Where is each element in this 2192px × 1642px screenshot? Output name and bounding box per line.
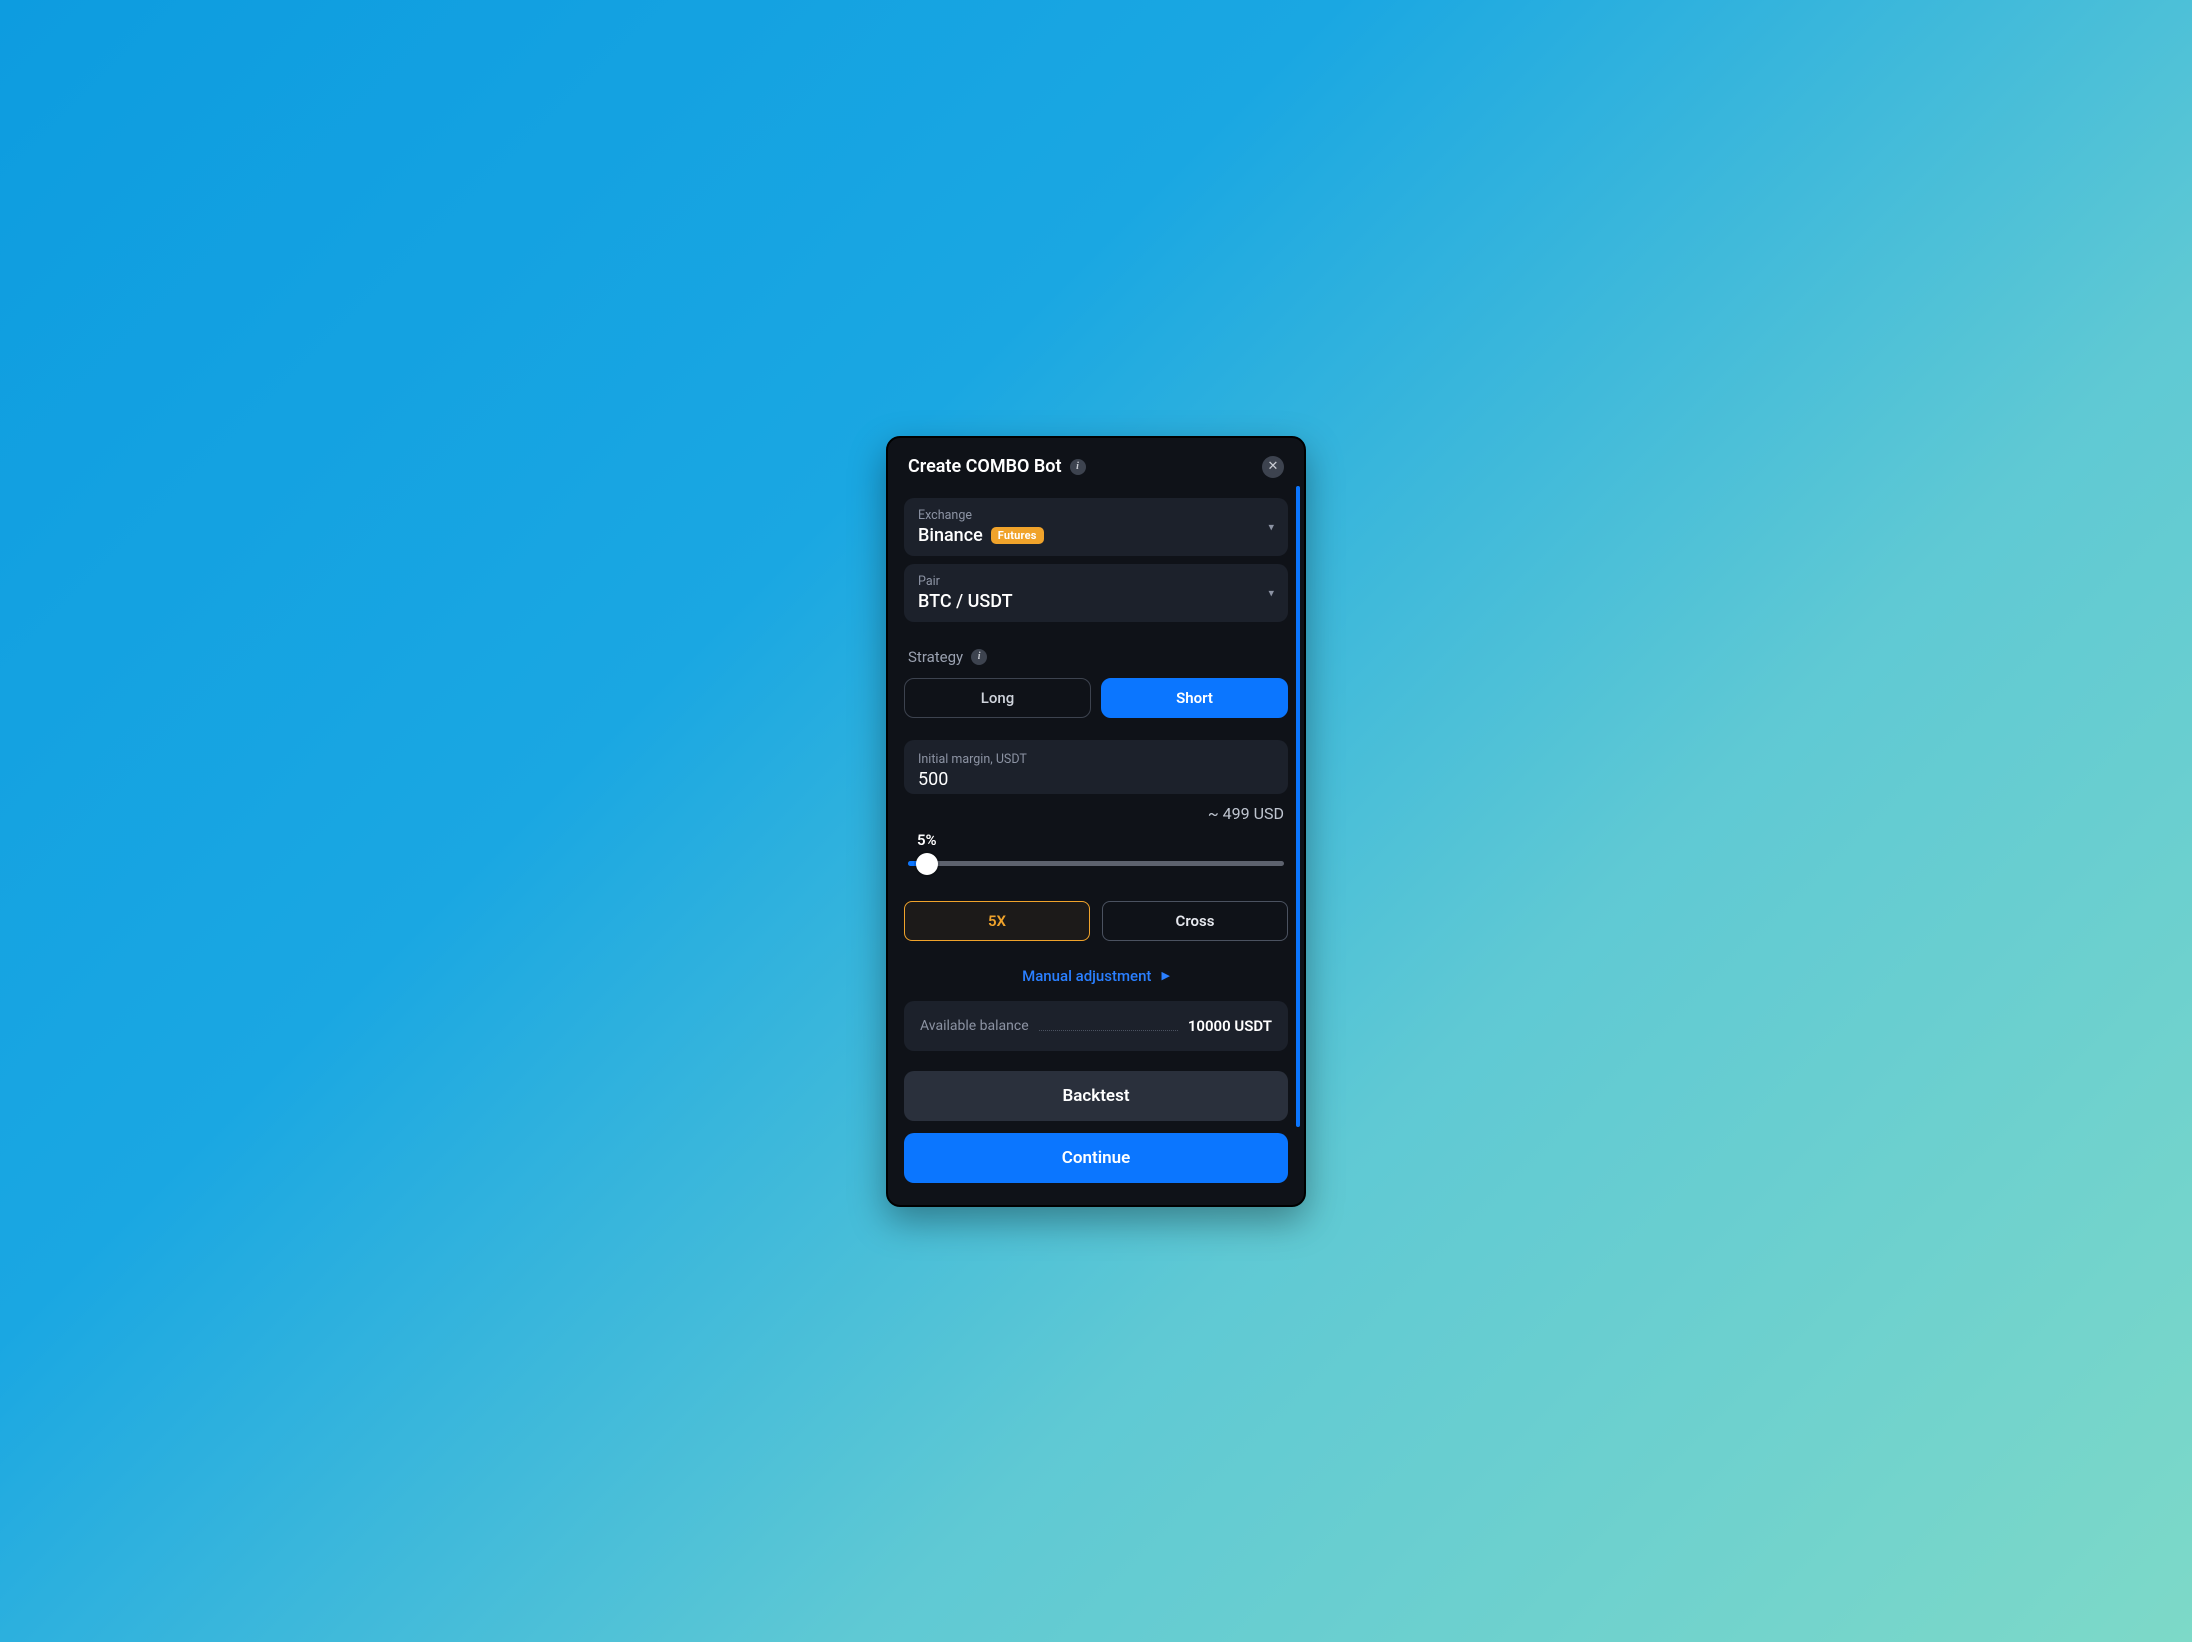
leverage-row: 5X Cross [904,901,1288,941]
manual-adjustment-label: Manual adjustment [1022,967,1151,985]
modal-body: Exchange Binance Futures ▾ Pair BTC / US… [888,484,1304,1061]
slider-percent-label: 5% [917,831,937,849]
available-balance-row: Available balance 10000 USDT [904,1001,1288,1051]
pair-value: BTC / USDT [918,591,1013,612]
balance-value: 10000 USDT [1188,1017,1272,1035]
chevron-right-icon: ▶ [1161,969,1169,982]
exchange-select[interactable]: Exchange Binance Futures ▾ [904,498,1288,556]
modal-footer: Backtest Continue [888,1061,1304,1197]
close-button[interactable]: ✕ [1262,456,1284,478]
backtest-button[interactable]: Backtest [904,1071,1288,1121]
continue-button[interactable]: Continue [904,1133,1288,1183]
exchange-label: Exchange [918,508,1274,523]
leverage-multiplier-button[interactable]: 5X [904,901,1090,941]
pair-select[interactable]: Pair BTC / USDT ▾ [904,564,1288,622]
info-icon[interactable]: i [971,649,987,665]
margin-approx: ~ 499 USD [904,804,1284,823]
close-icon: ✕ [1268,460,1279,473]
margin-label: Initial margin, USDT [918,752,1274,767]
pair-label: Pair [918,574,1274,589]
chevron-down-icon: ▾ [1268,520,1274,533]
strategy-short-button[interactable]: Short [1101,678,1288,718]
margin-slider[interactable]: 5% [906,833,1286,877]
exchange-badge: Futures [991,527,1044,544]
chevron-down-icon: ▾ [1268,586,1274,599]
modal-title: Create COMBO Bot [908,456,1062,477]
balance-label: Available balance [920,1018,1029,1034]
strategy-long-button[interactable]: Long [904,678,1091,718]
strategy-toggle: Long Short [904,678,1288,718]
leverage-mode-button[interactable]: Cross [1102,901,1288,941]
info-icon[interactable]: i [1070,459,1086,475]
create-combo-bot-modal: Create COMBO Bot i ✕ Exchange Binance Fu… [886,436,1306,1207]
pair-value-row: BTC / USDT [918,591,1274,612]
initial-margin-field[interactable]: Initial margin, USDT 500 [904,740,1288,794]
strategy-section-label: Strategy i [908,648,1284,666]
title-wrap: Create COMBO Bot i [908,456,1086,477]
margin-value: 500 [918,769,1274,790]
slider-thumb[interactable] [916,853,938,875]
modal-header: Create COMBO Bot i ✕ [888,438,1304,484]
slider-track [908,861,1284,866]
manual-adjustment-button[interactable]: Manual adjustment ▶ [904,967,1288,985]
exchange-value-row: Binance Futures [918,525,1274,546]
dotted-divider [1039,1030,1178,1031]
strategy-label: Strategy [908,648,963,666]
exchange-value: Binance [918,525,983,546]
